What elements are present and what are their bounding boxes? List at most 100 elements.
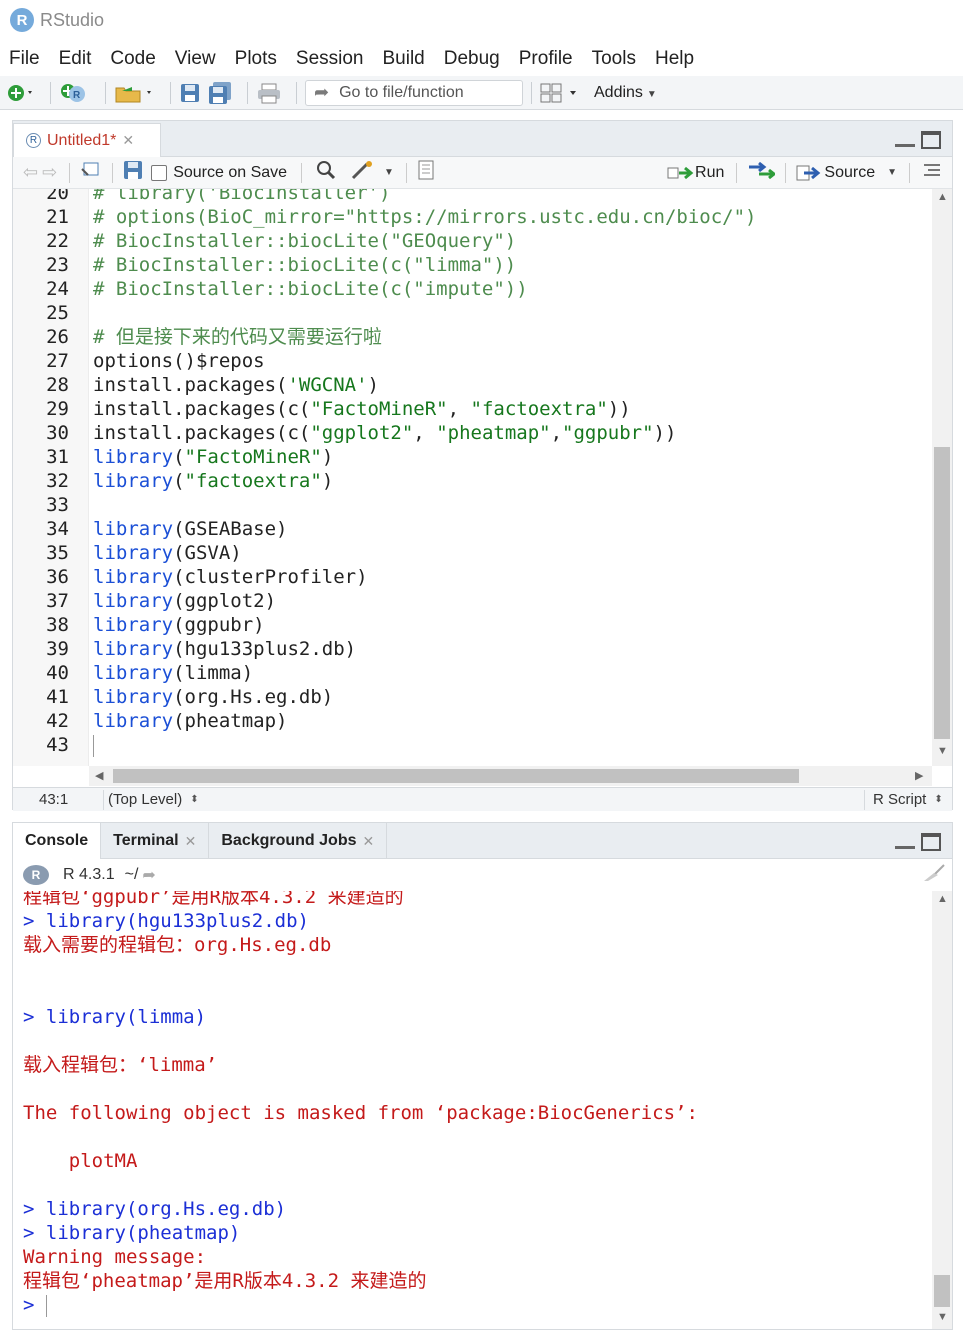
code-line[interactable]: 29 install.packages(c("FactoMineR", "fact… — [13, 397, 932, 421]
code-line[interactable]: 22 # BiocInstaller::biocLite("GEOquery") — [13, 229, 932, 253]
run-arrow-icon — [667, 166, 694, 179]
code-line[interactable]: 30 install.packages(c("ggplot2", "pheatma… — [13, 421, 932, 445]
print-icon[interactable] — [256, 81, 282, 105]
new-file-icon[interactable] — [6, 81, 36, 105]
minimize-pane-icon[interactable] — [895, 131, 915, 147]
code-line[interactable]: 28 install.packages('WGCNA') — [13, 373, 932, 397]
menu-build[interactable]: Build — [383, 48, 425, 70]
save-all-icon[interactable] — [207, 81, 233, 105]
rerun-icon[interactable] — [747, 161, 777, 184]
code-token: # BiocInstaller::biocLite(c("impute")) — [93, 278, 528, 300]
code-line[interactable]: 21 # options(BioC_mirror="https://mirrors… — [13, 205, 932, 229]
tab-terminal[interactable]: Terminal ✕ — [101, 823, 210, 859]
close-icon[interactable]: ✕ — [363, 833, 375, 850]
filetype-selector[interactable]: R Script ⬍ — [865, 791, 943, 808]
code-line[interactable]: 35 library(GSVA) — [13, 541, 932, 565]
console-pane: Console Terminal ✕ Background Jobs ✕ R R 4.3… — [12, 822, 953, 1330]
editor-vertical-scrollbar[interactable]: ▲ ▼ — [932, 189, 952, 766]
menu-code[interactable]: Code — [110, 48, 155, 70]
menu-plots[interactable]: Plots — [235, 48, 277, 70]
compile-report-icon[interactable] — [417, 160, 437, 185]
scroll-down-arrow-icon[interactable]: ▼ — [937, 745, 948, 757]
clear-console-broom-icon[interactable] — [920, 863, 946, 888]
code-tools-wand-icon[interactable] — [350, 160, 376, 185]
scroll-up-arrow-icon[interactable]: ▲ — [937, 893, 948, 905]
console-output[interactable]: 程辑包‘ggpubr’是用R版本4.3.2 来建造的 > library(hgu1… — [13, 891, 932, 1329]
scrollbar-thumb[interactable] — [113, 769, 799, 783]
go-to-file-input[interactable]: ➦ Go to file/function — [305, 79, 523, 106]
search-icon[interactable] — [316, 160, 336, 185]
source-on-save-label: Source on Save — [173, 163, 288, 181]
close-icon[interactable]: ✕ — [185, 833, 197, 850]
menu-file[interactable]: File — [9, 48, 40, 70]
code-line[interactable]: 23 # BiocInstaller::biocLite(c("limma")) — [13, 253, 932, 277]
code-text: # BiocInstaller::biocLite("GEOquery") — [93, 229, 516, 253]
code-token: options()$repos — [93, 350, 265, 372]
save-icon[interactable] — [179, 81, 201, 105]
save-icon[interactable] — [123, 160, 143, 185]
console-text: > — [23, 1294, 46, 1316]
source-button[interactable]: Source ▼ — [796, 164, 897, 182]
editor-horizontal-scrollbar[interactable]: ◀ ▶ — [89, 766, 932, 786]
code-line[interactable]: 34 library(GSEABase) — [13, 517, 932, 541]
open-file-icon[interactable] — [114, 81, 156, 105]
scrollbar-thumb[interactable] — [934, 447, 950, 739]
code-line[interactable]: 27 options()$repos — [13, 349, 932, 373]
maximize-pane-icon[interactable] — [921, 131, 941, 149]
scroll-up-arrow-icon[interactable]: ▲ — [937, 191, 948, 203]
code-line[interactable]: 32 library("factoextra") — [13, 469, 932, 493]
menu-tools[interactable]: Tools — [592, 48, 636, 70]
tab-console[interactable]: Console — [13, 823, 102, 859]
code-line[interactable]: 40 library(limma) — [13, 661, 932, 685]
menu-view[interactable]: View — [175, 48, 216, 70]
close-icon[interactable]: ✕ — [122, 132, 134, 149]
addins-menu[interactable]: Addins ▼ — [594, 84, 657, 102]
source-tab-row: R Untitled1* ✕ — [13, 121, 952, 157]
code-line[interactable]: 26 # 但是接下来的代码又需要运行啦 — [13, 325, 932, 349]
code-token: , — [413, 422, 437, 444]
tab-background-jobs[interactable]: Background Jobs ✕ — [209, 823, 388, 859]
menu-help[interactable]: Help — [655, 48, 694, 70]
chevron-down-icon[interactable]: ▼ — [384, 167, 394, 178]
scroll-right-arrow-icon[interactable]: ▶ — [915, 769, 923, 782]
code-editor[interactable]: 20 # library('BiocInstaller') 21 # options(… — [13, 189, 932, 766]
tab-untitled1[interactable]: R Untitled1* ✕ — [13, 123, 161, 157]
scroll-left-arrow-icon[interactable]: ◀ — [95, 769, 103, 782]
menu-edit[interactable]: Edit — [59, 48, 92, 70]
scope-selector[interactable]: (Top Level) ⬍ — [104, 791, 864, 808]
scroll-down-arrow-icon[interactable]: ▼ — [937, 1311, 948, 1323]
new-project-icon[interactable]: R — [59, 81, 91, 105]
code-line[interactable]: 43 — [13, 733, 932, 757]
menu-debug[interactable]: Debug — [444, 48, 500, 70]
code-line[interactable]: 25 — [13, 301, 932, 325]
code-line[interactable]: 42 library(pheatmap) — [13, 709, 932, 733]
show-in-window-icon[interactable] — [80, 161, 100, 184]
code-line[interactable]: 36 library(clusterProfiler) — [13, 565, 932, 589]
code-text: # BiocInstaller::biocLite(c("impute")) — [93, 277, 528, 301]
console-prompt[interactable]: > — [23, 1293, 47, 1317]
source-on-save-checkbox[interactable] — [151, 164, 168, 181]
code-line[interactable]: 38 library(ggpubr) — [13, 613, 932, 637]
text-cursor — [93, 734, 94, 757]
minimize-pane-icon[interactable] — [895, 833, 915, 849]
run-button[interactable]: Run — [667, 164, 724, 182]
menu-session[interactable]: Session — [296, 48, 364, 70]
forward-arrow-icon[interactable]: ⇨ — [42, 162, 57, 183]
scrollbar-thumb[interactable] — [934, 1275, 950, 1307]
menu-profile[interactable]: Profile — [519, 48, 573, 70]
console-vertical-scrollbar[interactable]: ▲ ▼ — [932, 891, 952, 1329]
maximize-pane-icon[interactable] — [921, 833, 941, 851]
code-line[interactable]: 31 library("FactoMineR") — [13, 445, 932, 469]
chevron-down-icon[interactable]: ▼ — [887, 167, 897, 178]
code-line[interactable]: 41 library(org.Hs.eg.db) — [13, 685, 932, 709]
code-line[interactable]: 20 # library('BiocInstaller') — [13, 189, 932, 205]
code-line[interactable]: 37 library(ggplot2) — [13, 589, 932, 613]
pane-layout-icon[interactable] — [540, 81, 580, 105]
document-outline-icon[interactable] — [922, 162, 942, 183]
back-arrow-icon[interactable]: ⇦ — [23, 162, 38, 183]
code-line[interactable]: 33 — [13, 493, 932, 517]
code-line[interactable]: 39 library(hgu133plus2.db) — [13, 637, 932, 661]
go-to-directory-icon[interactable]: ➦ — [142, 865, 155, 885]
code-line[interactable]: 24 # BiocInstaller::biocLite(c("impute")) — [13, 277, 932, 301]
code-text — [93, 733, 94, 757]
